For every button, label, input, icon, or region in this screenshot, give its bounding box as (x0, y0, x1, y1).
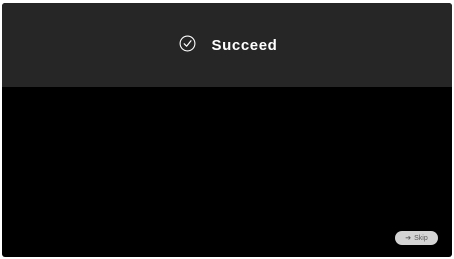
check-circle-icon (179, 35, 195, 51)
arrow-right-icon: ➔ (405, 235, 412, 242)
success-banner: Succeed (2, 3, 452, 87)
success-message: Succeed (211, 36, 278, 54)
video-screen: Succeed ➔ Skip (2, 3, 452, 257)
skip-button[interactable]: ➔ Skip (395, 231, 438, 245)
banner-content: Succeed (179, 35, 278, 54)
skip-label: Skip (414, 234, 428, 242)
